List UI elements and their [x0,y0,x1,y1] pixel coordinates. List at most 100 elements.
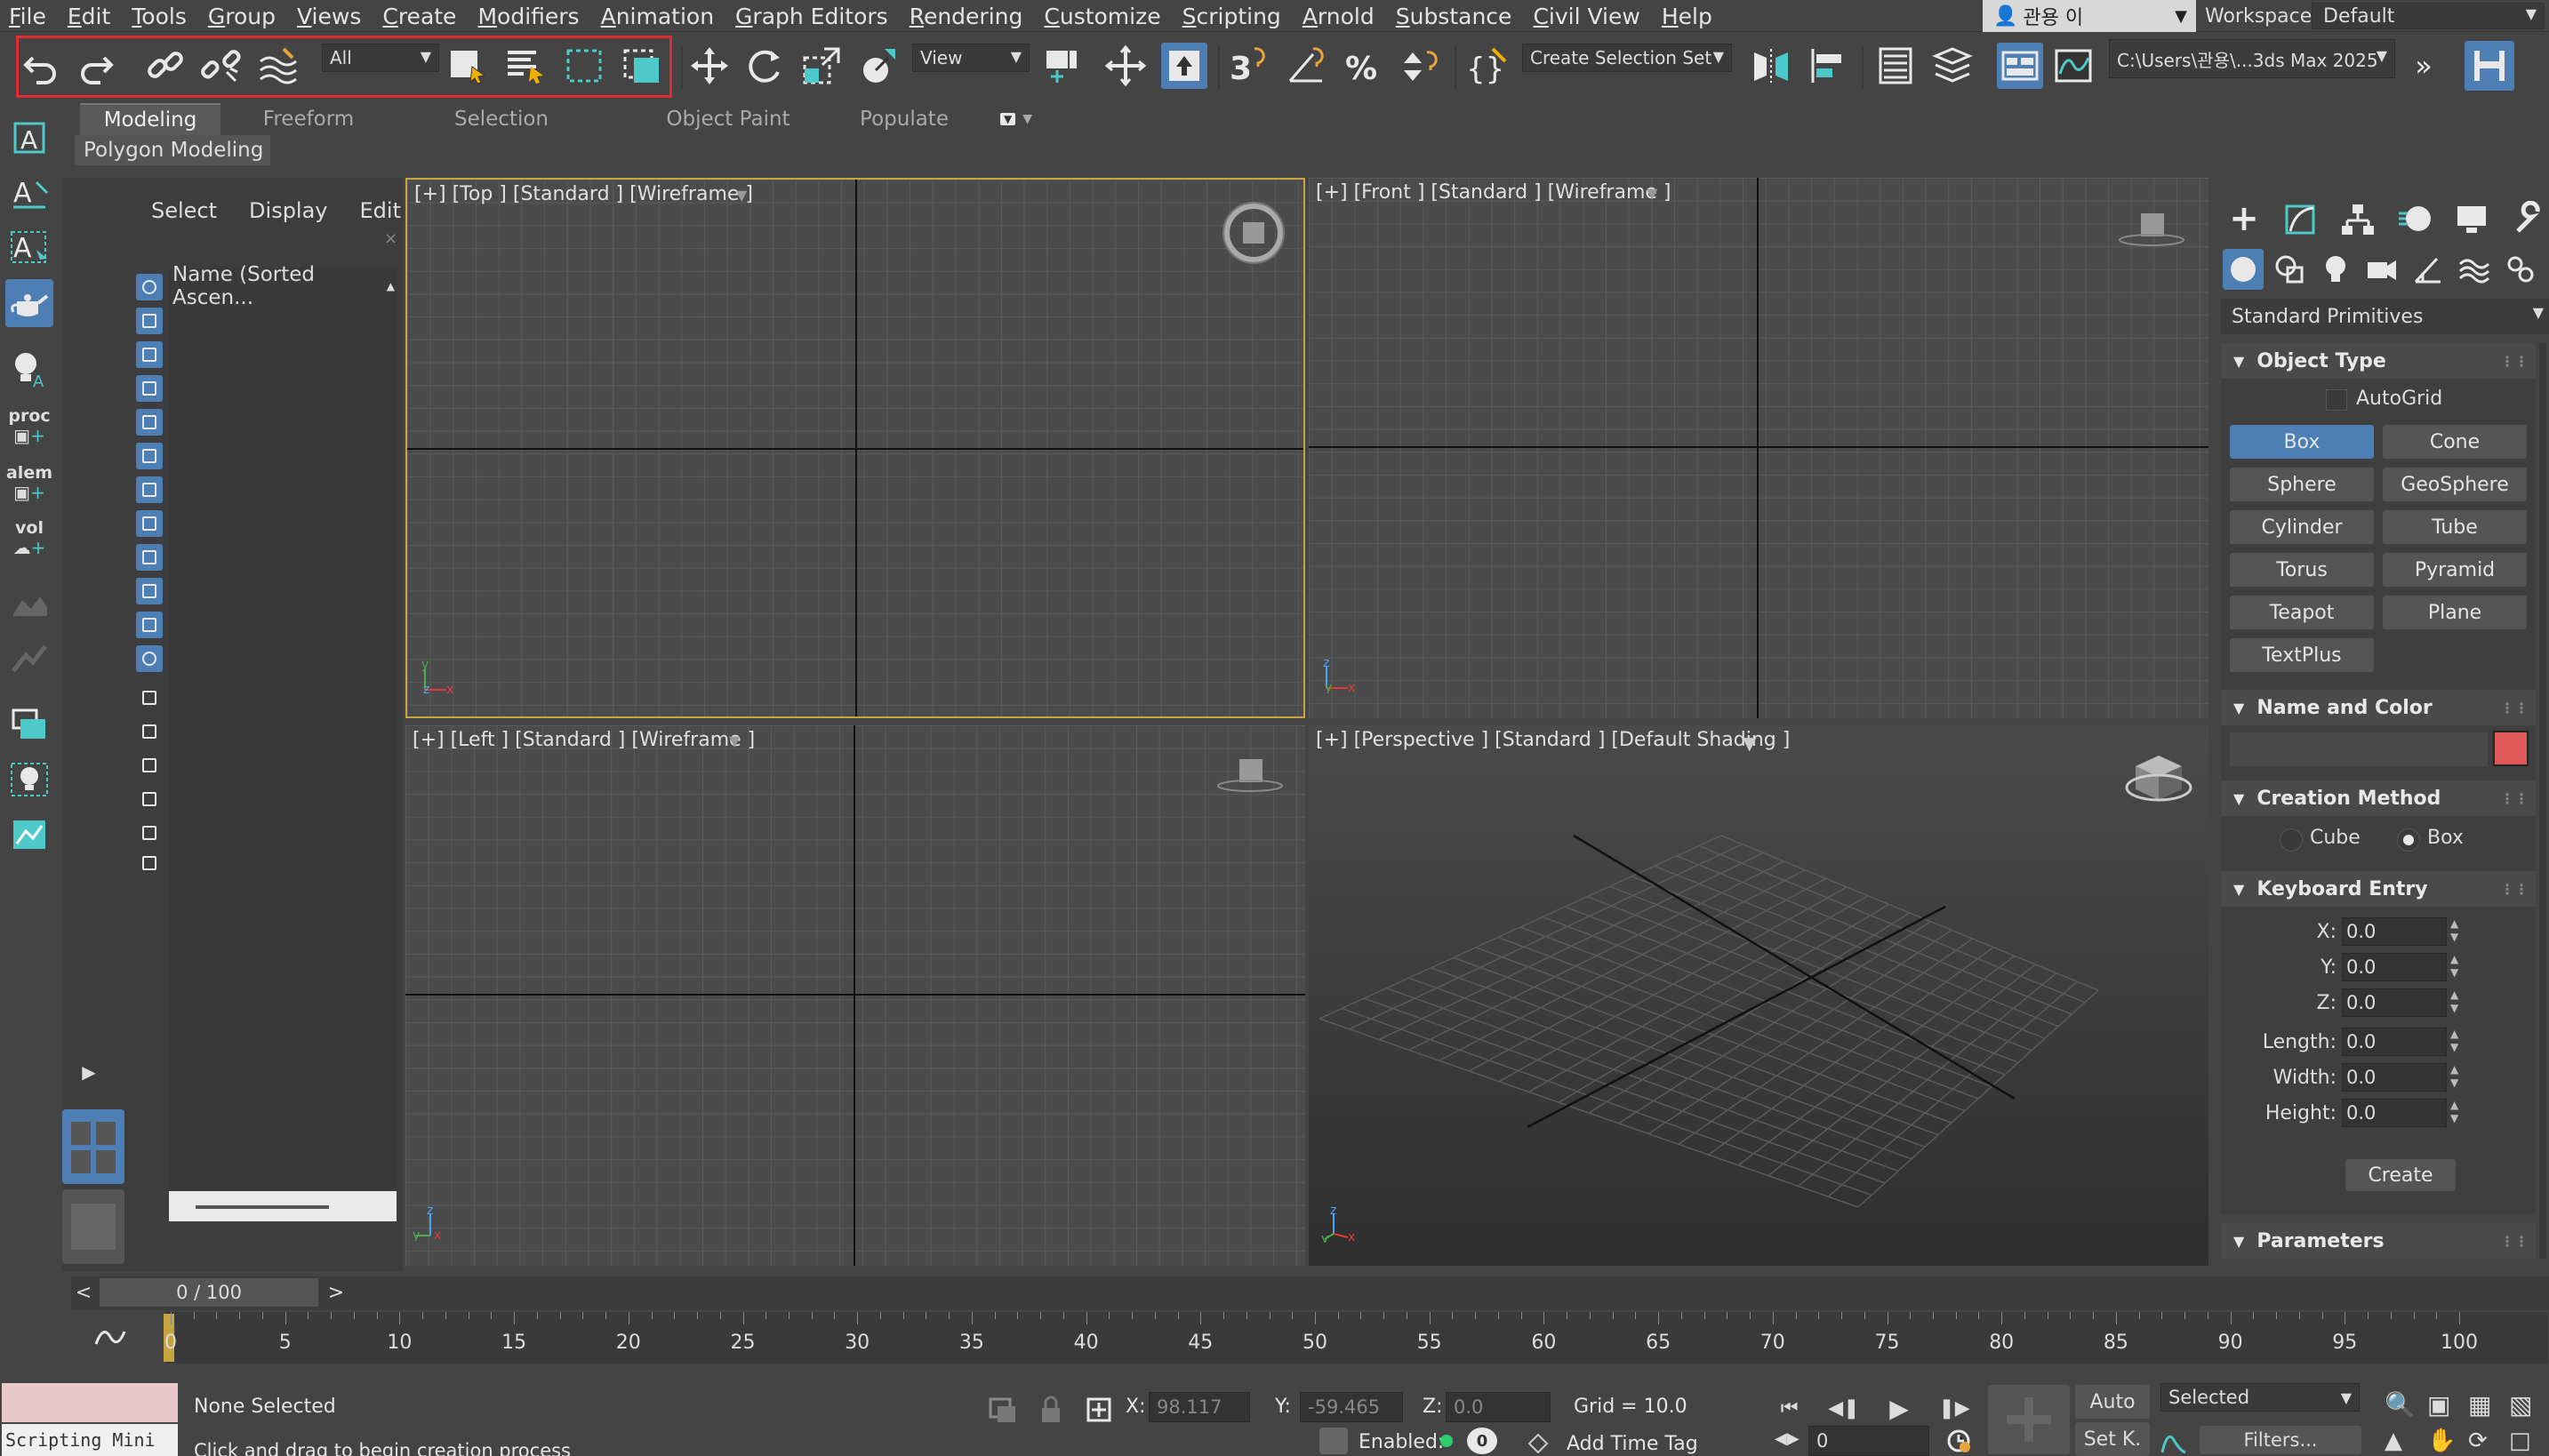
light-a-tool[interactable]: A [5,345,53,393]
select-and-place-button[interactable] [855,43,902,89]
menu-edit[interactable]: Edit [68,4,110,29]
scene-list-scrollbar[interactable] [169,1191,397,1221]
name-color-rollout-header[interactable]: ▼ Name and Color ⋮⋮ [2221,690,2536,725]
user-account-dropdown[interactable]: 👤 관용 이 ▼ [1983,0,2196,32]
proc-tool[interactable]: proc ▣+ [5,402,53,450]
key-filter-selected-dropdown[interactable]: Selected ▼ [2160,1383,2360,1412]
helpers-filter-icon[interactable] [133,407,165,437]
light-select-tool[interactable] [5,756,53,804]
select-and-move-button[interactable] [686,43,733,89]
menu-graph-editors[interactable]: Graph Editors [735,4,888,29]
tab-selection[interactable]: Selection [429,103,574,135]
spinner-snap-button[interactable] [1398,43,1444,89]
maxscript-mini-listener[interactable]: Scripting Mini [2,1424,178,1456]
menu-rendering[interactable]: Rendering [910,4,1023,29]
geometry-filter-icon[interactable] [133,272,165,302]
utilities-tab[interactable] [2505,196,2549,242]
named-selection-set-dropdown[interactable]: Create Selection Set ▼ [1522,44,1732,72]
keyboard-entry-rollout-header[interactable]: ▼ Keyboard Entry ⋮⋮ [2221,871,2536,907]
display-tab[interactable] [2449,196,2495,242]
time-tag-icon[interactable] [1526,1431,1551,1454]
menu-file[interactable]: File [9,4,46,29]
filter-settings-icon[interactable] [133,818,165,848]
tab-modeling[interactable]: Modeling [80,103,220,135]
primitive-pyramid-button[interactable]: Pyramid [2383,553,2527,587]
single-viewport-layout-button[interactable] [62,1189,124,1264]
height-spinner[interactable]: ▲ ▼ [2450,1099,2463,1127]
curve-editor-button[interactable] [2050,43,2096,89]
zoom-extents-icon[interactable]: ▦ [2468,1390,2491,1420]
length-spinner[interactable]: ▲ ▼ [2450,1028,2463,1056]
menu-tools[interactable]: Tools [132,4,187,29]
lights-category[interactable] [2315,249,2356,290]
spacewarps-filter-icon[interactable] [133,441,165,471]
set-key-button[interactable]: Set K. [2075,1422,2150,1456]
percent-snap-button[interactable]: % [1341,43,1387,89]
render-frame-tool[interactable] [5,700,53,748]
align-button[interactable] [1805,43,1851,89]
snaps-toggle-button[interactable]: 3 [1225,43,1271,89]
project-path-dropdown[interactable]: C:\Users\관용\...3ds Max 2025 ▼ [2109,39,2395,78]
autogrid-checkbox[interactable] [2326,389,2347,411]
primitive-plane-button[interactable]: Plane [2383,596,2527,629]
maxscript-listener-pink[interactable] [2,1383,178,1422]
lights-filter-icon[interactable] [133,340,165,370]
hidden-filter-icon[interactable] [133,644,165,674]
current-frame-field[interactable]: 0 [1808,1426,1929,1456]
object-category-dropdown[interactable]: Standard Primitives ▼ [2221,299,2549,334]
y-spinner[interactable]: ▲ ▼ [2450,953,2463,981]
scene-menu-display[interactable]: Display [249,198,327,223]
viewport-left[interactable]: [+] [Left ] [Standard ] [Wireframe ] ▼ z… [405,725,1305,1266]
angle-snap-button[interactable] [1284,43,1330,89]
expand-explorer-button[interactable]: ▶ [62,1054,116,1090]
menu-civil-view[interactable]: Civil View [1533,4,1639,29]
scene-menu-edit[interactable]: Edit [360,198,401,223]
object-name-field[interactable] [2230,732,2488,766]
bones-filter-icon[interactable] [133,542,165,572]
motion-tab[interactable] [2392,196,2438,242]
zoom-extents-all-icon[interactable]: ▧ [2509,1390,2532,1420]
adaptive-degradation-button[interactable] [1319,1428,1348,1454]
toggle-scene-explorer-button[interactable] [1872,43,1919,89]
z-coord-field[interactable]: 0.0 [1446,1392,1551,1422]
isolate-selection-icon[interactable] [987,1394,1019,1426]
helpers-category[interactable] [2408,249,2449,290]
track-bar[interactable]: 0 5 10 15 20 25 30 35 40 45 50 55 60 65 70 75 80 85 90 95 10… [71,1312,2549,1364]
x-coord-field[interactable]: 98.117 [1149,1392,1250,1422]
text-a-select-tool[interactable]: A [5,224,53,272]
viewcube-front-icon[interactable] [2118,210,2185,254]
reference-coordinate-dropdown[interactable]: View ▼ [912,44,1030,72]
x-entry-field[interactable]: 0.0 [2342,917,2447,946]
frozen-filter-icon[interactable] [133,610,165,640]
height-entry-field[interactable]: 0.0 [2342,1099,2447,1127]
zoom-all-icon[interactable]: ▣ [2427,1390,2450,1420]
polygon-modeling-panel[interactable]: Polygon Modeling [75,135,270,165]
viewport-perspective-label[interactable]: [+] [Perspective ] [Standard ] [Default … [1316,729,1790,751]
select-and-rotate-button[interactable] [741,43,788,89]
time-prev-button[interactable]: < [71,1278,96,1307]
create-tab[interactable]: + [2221,196,2267,242]
crowd-tool[interactable] [5,580,53,628]
primitive-teapot-button[interactable]: Teapot [2230,596,2374,629]
command-panel-scrollbar[interactable] [2539,343,2546,1259]
curve-graph-tool[interactable] [5,811,53,859]
name-column-header[interactable]: Name (Sorted Ascen... ▲ [172,263,395,309]
menu-substance[interactable]: Substance [1396,4,1512,29]
modify-tab[interactable] [2278,196,2324,242]
tab-populate[interactable]: Populate [832,103,976,135]
menu-animation[interactable]: Animation [601,4,714,29]
flow-tool[interactable] [5,635,53,683]
key-filters-button[interactable]: Filters... [2200,1426,2361,1454]
creation-method-rollout-header[interactable]: ▼ Creation Method ⋮⋮ [2221,780,2536,816]
previous-frame-icon[interactable]: ◀❚ [1828,1397,1859,1420]
primitive-tube-button[interactable]: Tube [2383,510,2527,544]
menu-customize[interactable]: Customize [1044,4,1160,29]
text-a-edit-tool[interactable]: A [5,169,53,217]
keyboard-shortcut-override-button[interactable] [1161,43,1207,89]
viewport-left-label[interactable]: [+] [Left ] [Standard ] [Wireframe ] [413,729,755,751]
filter-icon[interactable] [133,784,165,814]
set-key-mode-button[interactable] [1988,1385,2070,1454]
tab-freeform[interactable]: Freeform [242,103,375,135]
xrefs-filter-icon[interactable] [133,508,165,539]
invert-display-icon[interactable] [133,750,165,780]
